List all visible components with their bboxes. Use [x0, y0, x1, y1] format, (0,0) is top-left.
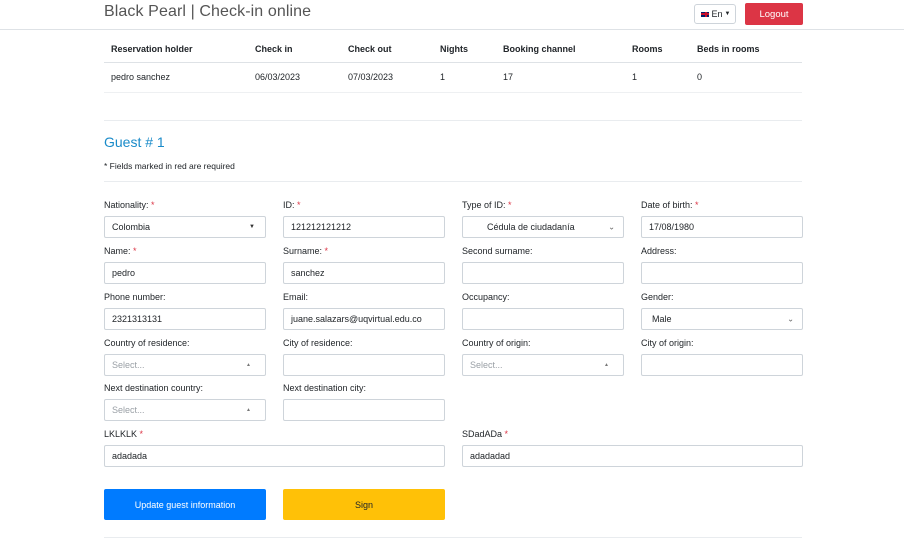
section-divider [104, 120, 802, 121]
required-note: * Fields marked in red are required [104, 161, 235, 171]
email-label: Email: [283, 292, 309, 302]
occupancy-input[interactable] [462, 308, 624, 330]
id-input[interactable]: 121212121212 [283, 216, 445, 238]
table-header-row: Reservation holder Check in Check out Ni… [104, 36, 802, 63]
caret-down-icon: ▼ [724, 11, 731, 17]
address-input[interactable] [641, 262, 803, 284]
table-cell: 1 [433, 62, 496, 93]
date-of-birth-input[interactable]: 17/08/1980 [641, 216, 803, 238]
phone-input[interactable]: 2321313131 [104, 308, 266, 330]
app-title: Black Pearl | Check-in online [104, 3, 312, 20]
logout-button[interactable]: Logout [745, 3, 803, 25]
next-country-select[interactable]: Select... ▲ [104, 399, 266, 421]
uk-flag-icon [699, 10, 710, 18]
city-residence-input[interactable] [283, 354, 445, 376]
sign-button[interactable]: Sign [283, 489, 445, 520]
surname-input[interactable]: sanchez [283, 262, 445, 284]
surname-label: Surname: * [283, 246, 329, 256]
column-header: Check out [341, 36, 433, 63]
column-header: Nights [433, 36, 496, 63]
column-header: Rooms [625, 36, 690, 63]
update-guest-button[interactable]: Update guest information [104, 489, 266, 520]
next-country-label: Next destination country: [104, 383, 204, 393]
top-navbar: Black Pearl | Check-in online En ▼ Logou… [0, 0, 904, 30]
second-surname-input[interactable] [462, 262, 624, 284]
lklklk-label: LKLKLK * [104, 429, 144, 439]
chevron-down-icon: ⌄ [787, 314, 794, 324]
sdadada-label: SDadADa * [462, 429, 509, 439]
table-row: pedro sanchez 06/03/2023 07/03/2023 1 17… [104, 62, 802, 93]
second-surname-label: Second surname: [462, 246, 533, 256]
country-residence-label: Country of residence: [104, 338, 190, 348]
guest-title: Guest # 1 [104, 134, 165, 150]
caret-up-icon: ▲ [246, 407, 251, 413]
gender-select[interactable]: Male ⌄ [641, 308, 803, 330]
city-origin-input[interactable] [641, 354, 803, 376]
table-cell: 07/03/2023 [341, 62, 433, 93]
section-divider [104, 181, 802, 182]
caret-up-icon: ▲ [246, 362, 251, 368]
nationality-select[interactable]: Colombia ▼ [104, 216, 266, 238]
language-label: En [711, 9, 723, 19]
language-dropdown[interactable]: En ▼ [694, 4, 736, 24]
caret-down-icon: ▼ [249, 224, 255, 230]
country-origin-label: Country of origin: [462, 338, 531, 348]
column-header: Reservation holder [104, 36, 248, 63]
type-of-id-select[interactable]: Cédula de ciudadanía ⌄ [462, 216, 624, 238]
section-divider [104, 537, 802, 538]
sdadada-input[interactable]: adadadad [462, 445, 803, 467]
column-header: Booking channel [496, 36, 625, 63]
id-label: ID: * [283, 200, 301, 210]
name-input[interactable]: pedro [104, 262, 266, 284]
table-cell: 1 [625, 62, 690, 93]
city-origin-label: City of origin: [641, 338, 694, 348]
type-of-id-label: Type of ID: * [462, 200, 512, 210]
column-header: Beds in rooms [690, 36, 802, 63]
email-input[interactable]: juane.salazars@uqvirtual.edu.co [283, 308, 445, 330]
date-of-birth-label: Date of birth: * [641, 200, 699, 210]
table-cell: pedro sanchez [104, 62, 248, 93]
reservation-table: Reservation holder Check in Check out Ni… [104, 36, 802, 93]
city-residence-label: City of residence: [283, 338, 353, 348]
gender-label: Gender: [641, 292, 674, 302]
chevron-down-icon: ⌄ [608, 222, 615, 232]
table-cell: 17 [496, 62, 625, 93]
next-city-label: Next destination city: [283, 383, 367, 393]
occupancy-label: Occupancy: [462, 292, 510, 302]
column-header: Check in [248, 36, 341, 63]
country-residence-select[interactable]: Select... ▲ [104, 354, 266, 376]
table-cell: 0 [690, 62, 802, 93]
table-cell: 06/03/2023 [248, 62, 341, 93]
caret-up-icon: ▲ [604, 362, 609, 368]
nationality-label: Nationality: * [104, 200, 155, 210]
phone-label: Phone number: [104, 292, 166, 302]
next-city-input[interactable] [283, 399, 445, 421]
name-label: Name: * [104, 246, 137, 256]
address-label: Address: [641, 246, 677, 256]
country-origin-select[interactable]: Select... ▲ [462, 354, 624, 376]
lklklk-input[interactable]: adadada [104, 445, 445, 467]
